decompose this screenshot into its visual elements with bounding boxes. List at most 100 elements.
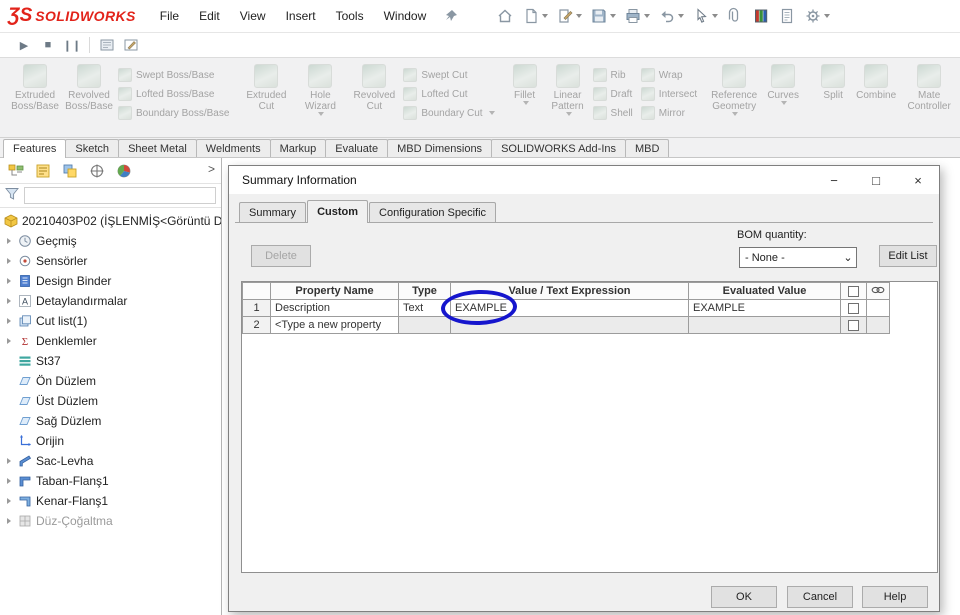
extruded-boss-base-button[interactable]: Extruded Boss/Base <box>8 63 62 113</box>
expand-arrow-icon[interactable] <box>4 298 14 304</box>
fillet-button[interactable]: Fillet <box>505 63 545 106</box>
new-macro-icon[interactable] <box>95 35 119 55</box>
pin-menu-icon[interactable] <box>442 7 460 25</box>
lofted-cut-button[interactable]: Lofted Cut <box>403 87 494 101</box>
fillet-caret-icon[interactable] <box>522 101 529 105</box>
edit-macro-icon[interactable] <box>119 35 143 55</box>
rib-button[interactable]: Rib <box>592 68 633 82</box>
cell-property-name[interactable]: <Type a new property <box>270 316 399 334</box>
tree-filter-input[interactable] <box>24 187 216 204</box>
tree-item-denklemler[interactable]: Σ Denklemler <box>0 331 221 351</box>
maximize-icon[interactable]: □ <box>855 166 897 194</box>
boundary-cut-button[interactable]: Boundary Cut <box>403 106 495 120</box>
swept-cut-button[interactable]: Swept Cut <box>403 68 494 82</box>
tab-evaluate[interactable]: Evaluate <box>325 139 389 157</box>
ok-button[interactable]: OK <box>711 586 777 608</box>
tree-item-kenar-flans1[interactable]: Kenar-Flanş1 <box>0 491 221 511</box>
menu-tools[interactable]: Tools <box>326 5 374 27</box>
close-icon[interactable]: × <box>897 166 939 194</box>
featuremanager-tree-icon[interactable] <box>8 163 24 179</box>
cell-type[interactable] <box>398 316 451 334</box>
menu-window[interactable]: Window <box>374 5 437 27</box>
extruded-cut-button[interactable]: Extruded Cut <box>239 63 293 113</box>
menu-view[interactable]: View <box>230 5 276 27</box>
expand-arrow-icon[interactable] <box>4 338 14 344</box>
combine-button[interactable]: Combine <box>851 63 901 102</box>
attach-button[interactable] <box>722 4 748 28</box>
tab-configuration-specific[interactable]: Configuration Specific <box>369 202 497 222</box>
tree-item-sensorler[interactable]: Sensörler <box>0 251 221 271</box>
tree-item-orijin[interactable]: Orijin <box>0 431 221 451</box>
open-document-caret-icon[interactable] <box>576 14 583 18</box>
performance-status-button[interactable] <box>748 4 774 28</box>
wrap-button[interactable]: Wrap <box>640 68 697 82</box>
tree-item-st37[interactable]: St37 <box>0 351 221 371</box>
revolved-boss-base-button[interactable]: Revolved Boss/Base <box>62 63 116 113</box>
new-document-button[interactable] <box>518 4 552 28</box>
cell-checkbox[interactable] <box>840 299 867 317</box>
intersect-button[interactable]: Intersect <box>640 87 697 101</box>
tree-item-ust-duzlem[interactable]: Üst Düzlem <box>0 391 221 411</box>
select-button[interactable] <box>688 4 722 28</box>
save-caret-icon[interactable] <box>610 14 617 18</box>
hole-wizard-button[interactable]: Hole Wizard <box>293 63 347 117</box>
expand-arrow-icon[interactable] <box>4 518 14 524</box>
expand-arrow-icon[interactable] <box>4 318 14 324</box>
dialog-title-bar[interactable]: Summary Information − □ × <box>229 166 939 194</box>
tree-item-sag-duzlem[interactable]: Sağ Düzlem <box>0 411 221 431</box>
tree-item-taban-flans1[interactable]: Taban-Flanş1 <box>0 471 221 491</box>
tab-features[interactable]: Features <box>3 139 67 158</box>
stop-icon[interactable]: ■ <box>36 35 60 55</box>
configurationmanager-icon[interactable] <box>62 163 78 179</box>
menu-edit[interactable]: Edit <box>189 5 230 27</box>
split-button[interactable]: Split <box>815 63 851 102</box>
boundary-cut-caret-icon[interactable] <box>488 111 495 115</box>
new-document-caret-icon[interactable] <box>542 14 549 18</box>
undo-button[interactable] <box>654 4 688 28</box>
tab-sheet-metal[interactable]: Sheet Metal <box>118 139 197 157</box>
shell-button[interactable]: Shell <box>592 106 633 120</box>
linear-pattern-caret-icon[interactable] <box>565 112 572 116</box>
tab-summary[interactable]: Summary <box>239 202 307 222</box>
options-gear-button[interactable] <box>800 4 834 28</box>
reference-geometry-caret-icon[interactable] <box>732 112 739 116</box>
row-checkbox-icon[interactable] <box>848 319 859 331</box>
panel-flyout-chevron-icon[interactable]: > <box>208 162 215 176</box>
tab-sketch[interactable]: Sketch <box>65 139 120 157</box>
tree-item-gecmis[interactable]: Geçmiş <box>0 231 221 251</box>
cell-property-name[interactable]: Description <box>270 299 399 317</box>
header-checkbox[interactable] <box>840 282 867 300</box>
cancel-button[interactable]: Cancel <box>787 586 853 608</box>
undo-caret-icon[interactable] <box>678 14 685 18</box>
lofted-boss-base-button[interactable]: Lofted Boss/Base <box>118 87 229 101</box>
expand-arrow-icon[interactable] <box>4 458 14 464</box>
tree-item-design-binder[interactable]: Design Binder <box>0 271 221 291</box>
cell-checkbox[interactable] <box>840 316 867 334</box>
expand-arrow-icon[interactable] <box>4 258 14 264</box>
expand-arrow-icon[interactable] <box>4 498 14 504</box>
boundary-boss-base-button[interactable]: Boundary Boss/Base <box>118 106 229 120</box>
open-document-button[interactable] <box>552 4 586 28</box>
expand-arrow-icon[interactable] <box>4 238 14 244</box>
edit-list-button[interactable]: Edit List <box>879 245 937 267</box>
swept-boss-base-button[interactable]: Swept Boss/Base <box>118 68 229 82</box>
tab-custom[interactable]: Custom <box>307 200 369 223</box>
pause-icon[interactable]: ❙❙ <box>60 35 84 55</box>
revolved-cut-button[interactable]: Revolved Cut <box>347 63 401 113</box>
curves-caret-icon[interactable] <box>781 101 788 105</box>
mate-controller-button[interactable]: Mate Controller <box>901 63 957 113</box>
play-icon[interactable]: ▶ <box>12 35 36 55</box>
reference-geometry-button[interactable]: Reference Geometry <box>707 63 761 117</box>
tree-item-sac-levha[interactable]: Sac-Levha <box>0 451 221 471</box>
tree-item-on-duzlem[interactable]: Ön Düzlem <box>0 371 221 391</box>
mirror-button[interactable]: Mirror <box>640 106 697 120</box>
document-properties-button[interactable] <box>774 4 800 28</box>
cell-value-expression[interactable]: EXAMPLE <box>450 299 689 317</box>
header-checkbox-icon[interactable] <box>848 285 859 297</box>
tree-item-detaylandirmalar[interactable]: A Detaylandırmalar <box>0 291 221 311</box>
tab-mbd[interactable]: MBD <box>625 139 670 157</box>
delete-button[interactable]: Delete <box>251 245 311 267</box>
select-caret-icon[interactable] <box>712 14 719 18</box>
menu-insert[interactable]: Insert <box>276 5 326 27</box>
cell-type[interactable]: Text <box>398 299 451 317</box>
